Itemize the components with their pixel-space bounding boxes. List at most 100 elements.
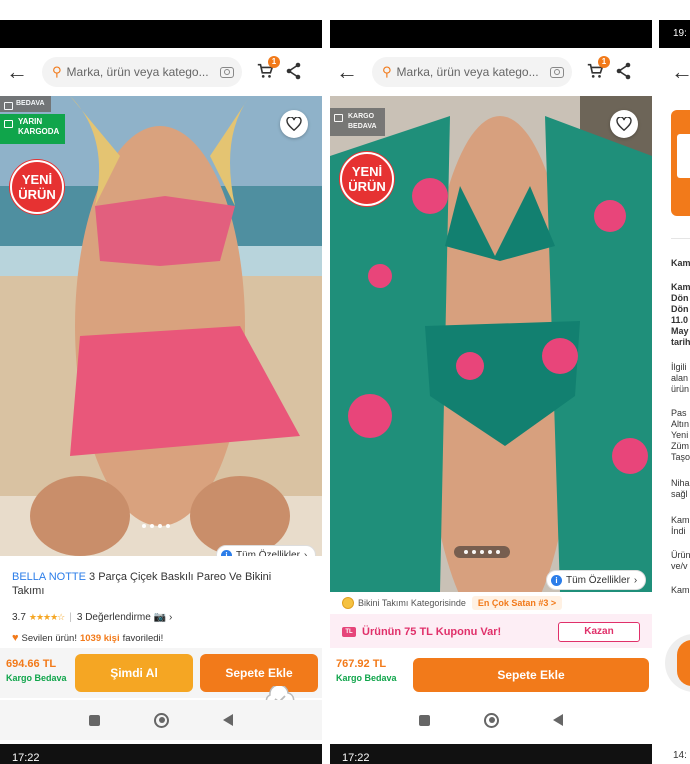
price: 767.92 TL [336, 658, 387, 670]
recents-icon[interactable] [89, 714, 100, 726]
top-bar: ← ⚲ Marka, ürün veya katego... 1 [330, 48, 652, 96]
product-screen-1: ← ⚲ Marka, ürün veya katego... 1 BEDAVA … [0, 0, 322, 740]
text-line: Dön [671, 293, 689, 303]
share-button[interactable] [616, 62, 632, 80]
screenshot-collage: ← ⚲ Marka, ürün veya katego... 1 BEDAVA … [0, 0, 690, 764]
next-screenshot-strip: 17:22 [330, 744, 652, 764]
rating-row[interactable]: 3.7 ★★★★☆ | 3 Değerlendirme 📷 › [12, 612, 172, 623]
cart-button[interactable]: 1 [586, 56, 610, 80]
home-icon[interactable] [154, 712, 169, 728]
image-pagination-dots [142, 524, 170, 528]
image-pagination-dots [454, 546, 510, 558]
review-count: 3 Değerlendirme [76, 612, 151, 623]
text-line: Taşo [671, 452, 690, 462]
camera-search-icon[interactable] [550, 66, 564, 78]
status-bar [330, 20, 652, 48]
best-seller-badge[interactable]: En Çok Satan #3 > [471, 596, 563, 610]
rating-value: 3.7 [12, 612, 26, 623]
search-icon: ⚲ [382, 64, 392, 79]
favorite-button[interactable] [280, 110, 308, 138]
share-button[interactable] [286, 62, 302, 80]
buy-now-button[interactable]: Şimdi Al [75, 654, 193, 692]
shipping-label: Kargo Bedava [6, 673, 67, 683]
back-arrow-icon[interactable]: ← [0, 48, 34, 96]
shipping-label: Kargo Bedava [336, 673, 397, 683]
status-bar: 19: [659, 20, 690, 48]
category-rank-row[interactable]: Bikini Takımı Kategorisinde En Çok Satan… [330, 592, 652, 614]
heart-icon [286, 117, 302, 131]
status-bar [0, 20, 322, 48]
text-line: İndi [671, 526, 686, 536]
text-line: İlgili [671, 362, 687, 372]
claim-coupon-button[interactable]: Kazan [558, 622, 640, 642]
next-screenshot-strip: 17:22 [0, 744, 322, 764]
text-line: Kam [671, 585, 690, 595]
medal-icon [342, 597, 354, 609]
text-line: Kam [671, 258, 690, 268]
next-day-delivery-badge: YARIN KARGODA [0, 114, 66, 144]
text-line: Züm [671, 441, 689, 451]
favorite-button[interactable] [610, 110, 638, 138]
cart-count-badge: 1 [598, 56, 610, 68]
share-icon [286, 62, 301, 80]
promo-card[interactable] [671, 110, 690, 216]
coupon-banner: TL Ürünün 75 TL Kuponu Var! Kazan [330, 614, 652, 650]
back-arrow-icon[interactable]: ← [671, 48, 690, 96]
android-nav-bar [330, 700, 652, 740]
brand-link[interactable]: BELLA NOTTE [12, 571, 86, 583]
rating-stars: ★★★★☆ [28, 612, 65, 622]
text-line: Altın [671, 419, 690, 429]
box-icon [334, 114, 343, 122]
product-screen-2: ← ⚲ Marka, ürün veya katego... 1 KARGO B… [330, 0, 652, 740]
text-line: ürün [671, 384, 690, 394]
info-icon: i [551, 574, 562, 586]
top-bar: ← ⚲ Marka, ürün veya katego... 1 [0, 48, 322, 96]
status-time: 17:22 [12, 752, 40, 764]
truck-icon [4, 120, 13, 128]
recents-icon[interactable] [419, 714, 430, 726]
back-icon[interactable] [223, 714, 233, 726]
text-line: ve/v [671, 561, 688, 571]
android-nav-bar [0, 700, 322, 740]
new-product-badge: YENİ ÜRÜN [340, 152, 394, 206]
divider [671, 238, 690, 239]
add-to-cart-button[interactable]: Sepete Ekle [413, 658, 649, 692]
heart-badge-icon: ♥ [12, 632, 19, 644]
text-line: Ürün [671, 550, 690, 560]
share-icon [616, 62, 631, 80]
box-icon [4, 102, 13, 110]
cart-count-badge: 1 [268, 56, 280, 68]
text-line: May [671, 326, 689, 336]
search-placeholder: Marka, ürün veya katego... [396, 65, 539, 79]
next-screen-time: 14: [673, 750, 687, 761]
search-input[interactable]: ⚲ Marka, ürün veya katego... [372, 57, 572, 87]
free-shipping-badge: BEDAVA [0, 96, 51, 112]
text-line: Yeni [671, 430, 689, 440]
status-time: 17:22 [342, 752, 370, 764]
back-arrow-icon[interactable]: ← [330, 48, 364, 96]
heart-icon [616, 117, 632, 131]
home-icon[interactable] [484, 712, 499, 728]
purchase-bar: 767.92 TL Kargo Bedava Sepete Ekle [330, 648, 652, 698]
cart-button[interactable]: 1 [256, 56, 280, 80]
floating-action-button[interactable] [677, 640, 690, 686]
product-info: BELLA NOTTE 3 Parça Çiçek Baskılı Pareo … [0, 556, 322, 648]
coupon-icon: TL [342, 627, 356, 637]
text-line: alan [671, 373, 689, 383]
photo-review-icon: 📷 › [153, 612, 173, 623]
text-line: Dön [671, 304, 689, 314]
favorites-info: ♥ Sevilen ürün! 1039 kişi favoriledi! [12, 632, 164, 644]
search-icon: ⚲ [52, 64, 62, 79]
back-icon[interactable] [553, 714, 563, 726]
new-product-badge: YENİ ÜRÜN [10, 160, 64, 214]
search-input[interactable]: ⚲ Marka, ürün veya katego... [42, 57, 242, 87]
text-line: Kam [671, 282, 690, 292]
all-features-button[interactable]: i Tüm Özellikler › [546, 570, 647, 590]
text-line: sağl [671, 489, 688, 499]
add-to-cart-button[interactable]: Sepete Ekle [200, 654, 318, 692]
text-line: Pas [671, 408, 687, 418]
camera-search-icon[interactable] [220, 66, 234, 78]
product-title: BELLA NOTTE 3 Parça Çiçek Baskılı Pareo … [12, 571, 272, 597]
price: 694.66 TL [6, 658, 57, 670]
text-line: Kam [671, 515, 690, 525]
